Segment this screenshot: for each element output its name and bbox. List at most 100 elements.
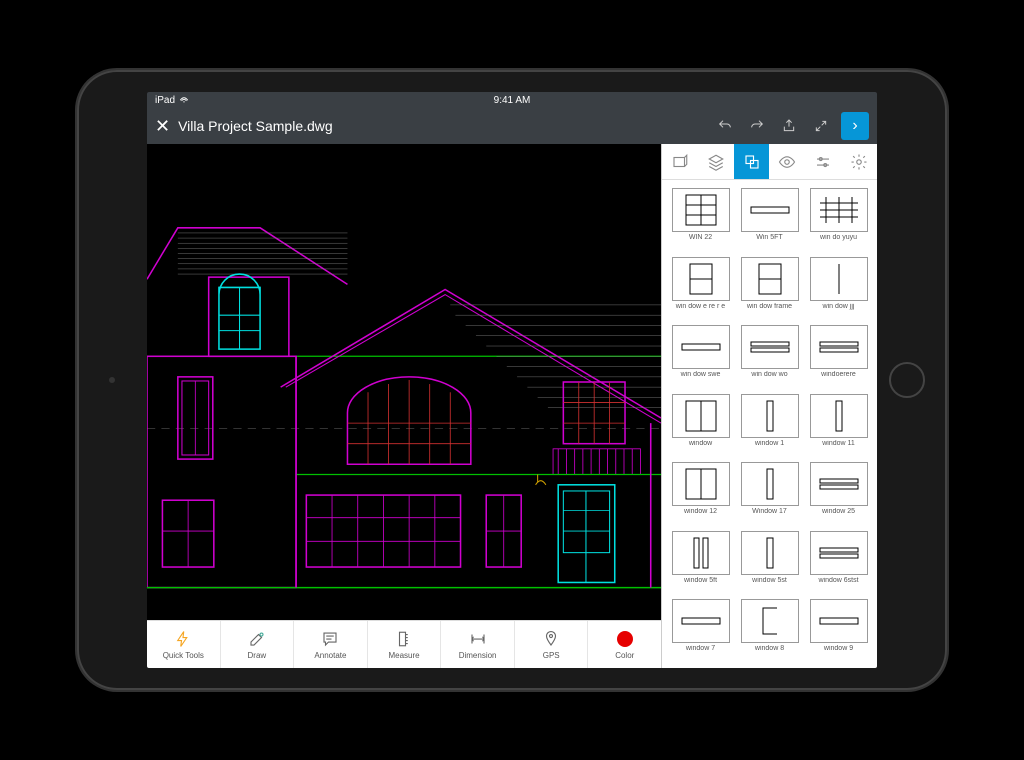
drawing-canvas-area: Quick Tools Draw Annotate Measure: [147, 144, 661, 668]
wifi-icon: [179, 94, 189, 107]
quick-tools-label: Quick Tools: [163, 651, 204, 660]
block-item[interactable]: window 5ft: [666, 527, 735, 596]
model-tab-icon[interactable]: [662, 144, 698, 179]
block-item[interactable]: win dow wo: [735, 321, 804, 390]
panel-toggle-button[interactable]: ›: [841, 112, 869, 140]
visibility-tab-icon[interactable]: [769, 144, 805, 179]
block-label: win do yuyu: [809, 234, 869, 241]
block-thumb: [810, 188, 868, 232]
blocks-tab-icon[interactable]: [734, 144, 770, 179]
ipad-home-button[interactable]: [889, 362, 925, 398]
block-thumb: [741, 599, 799, 643]
pencil-icon: [247, 629, 267, 649]
block-label: Window 17: [740, 508, 800, 515]
redo-icon[interactable]: [745, 114, 769, 138]
block-item[interactable]: windoerere: [804, 321, 873, 390]
block-item[interactable]: window 5st: [735, 527, 804, 596]
quick-tools-button[interactable]: Quick Tools: [147, 621, 221, 668]
expand-icon[interactable]: [809, 114, 833, 138]
block-thumb: [810, 531, 868, 575]
block-label: window 8: [740, 645, 800, 652]
dimension-label: Dimension: [459, 651, 497, 660]
ruler-icon: [394, 629, 414, 649]
gps-button[interactable]: GPS: [515, 621, 589, 668]
block-label: window 25: [809, 508, 869, 515]
block-thumb: [810, 257, 868, 301]
block-item[interactable]: win dow swe: [666, 321, 735, 390]
color-label: Color: [615, 651, 634, 660]
block-item[interactable]: window 25: [804, 458, 873, 527]
ipad-device-frame: iPad 9:41 AM ✕ Villa Project Sample.dwg …: [77, 70, 947, 690]
ipad-camera: [109, 377, 115, 383]
block-thumb: [672, 188, 730, 232]
block-item[interactable]: win dow frame: [735, 253, 804, 322]
block-library-grid: WIN 22 Win 5FT win do yuyu win dow e re r e…: [662, 180, 877, 668]
block-item[interactable]: window 8: [735, 595, 804, 664]
color-button[interactable]: Color: [588, 621, 661, 668]
carrier-label: iPad: [155, 95, 175, 106]
block-label: window 11: [809, 440, 869, 447]
measure-button[interactable]: Measure: [368, 621, 442, 668]
block-label: win dow frame: [740, 303, 800, 310]
draw-button[interactable]: Draw: [221, 621, 295, 668]
pin-icon: [541, 629, 561, 649]
block-thumb: [672, 325, 730, 369]
app-screen: iPad 9:41 AM ✕ Villa Project Sample.dwg …: [147, 92, 877, 668]
block-label: window 9: [809, 645, 869, 652]
block-label: window 7: [671, 645, 731, 652]
block-thumb: [741, 325, 799, 369]
block-label: Win 5FT: [740, 234, 800, 241]
block-label: win dow e re r e: [671, 303, 731, 310]
block-label: window: [671, 440, 731, 447]
block-thumb: [741, 257, 799, 301]
block-item[interactable]: window 6stst: [804, 527, 873, 596]
block-label: window 5ft: [671, 577, 731, 584]
block-thumb: [672, 394, 730, 438]
block-item[interactable]: window: [666, 390, 735, 459]
cad-drawing-canvas[interactable]: [147, 144, 661, 620]
block-thumb: [810, 325, 868, 369]
block-item[interactable]: win dow e re r e: [666, 253, 735, 322]
ios-status-bar: iPad 9:41 AM: [147, 92, 877, 108]
sliders-tab-icon[interactable]: [805, 144, 841, 179]
block-item[interactable]: window 9: [804, 595, 873, 664]
undo-icon[interactable]: [713, 114, 737, 138]
block-item[interactable]: window 7: [666, 595, 735, 664]
block-item[interactable]: window 11: [804, 390, 873, 459]
lightning-icon: [173, 629, 193, 649]
block-item[interactable]: window 12: [666, 458, 735, 527]
block-item[interactable]: WIN 22: [666, 184, 735, 253]
blocks-panel: WIN 22 Win 5FT win do yuyu win dow e re r e…: [661, 144, 877, 668]
block-label: window 5st: [740, 577, 800, 584]
block-item[interactable]: Window 17: [735, 458, 804, 527]
block-label: window 12: [671, 508, 731, 515]
layers-tab-icon[interactable]: [698, 144, 734, 179]
block-item[interactable]: win do yuyu: [804, 184, 873, 253]
dimension-button[interactable]: Dimension: [441, 621, 515, 668]
block-thumb: [672, 257, 730, 301]
block-item[interactable]: win dow jjj: [804, 253, 873, 322]
color-dot-icon: [615, 629, 635, 649]
comment-icon: [320, 629, 340, 649]
block-thumb: [810, 394, 868, 438]
block-thumb: [741, 531, 799, 575]
gear-tab-icon[interactable]: [841, 144, 877, 179]
share-icon[interactable]: [777, 114, 801, 138]
measure-label: Measure: [388, 651, 419, 660]
panel-tab-bar: [662, 144, 877, 180]
block-item[interactable]: Win 5FT: [735, 184, 804, 253]
bottom-toolbar: Quick Tools Draw Annotate Measure: [147, 620, 661, 668]
annotate-button[interactable]: Annotate: [294, 621, 368, 668]
block-label: WIN 22: [671, 234, 731, 241]
block-item[interactable]: window 1: [735, 390, 804, 459]
block-thumb: [672, 531, 730, 575]
block-label: window 6stst: [809, 577, 869, 584]
close-icon[interactable]: ✕: [155, 116, 170, 137]
block-thumb: [672, 599, 730, 643]
block-label: win dow wo: [740, 371, 800, 378]
block-thumb: [741, 462, 799, 506]
draw-label: Draw: [248, 651, 267, 660]
block-thumb: [741, 394, 799, 438]
block-label: window 1: [740, 440, 800, 447]
app-header: ✕ Villa Project Sample.dwg ›: [147, 108, 877, 144]
